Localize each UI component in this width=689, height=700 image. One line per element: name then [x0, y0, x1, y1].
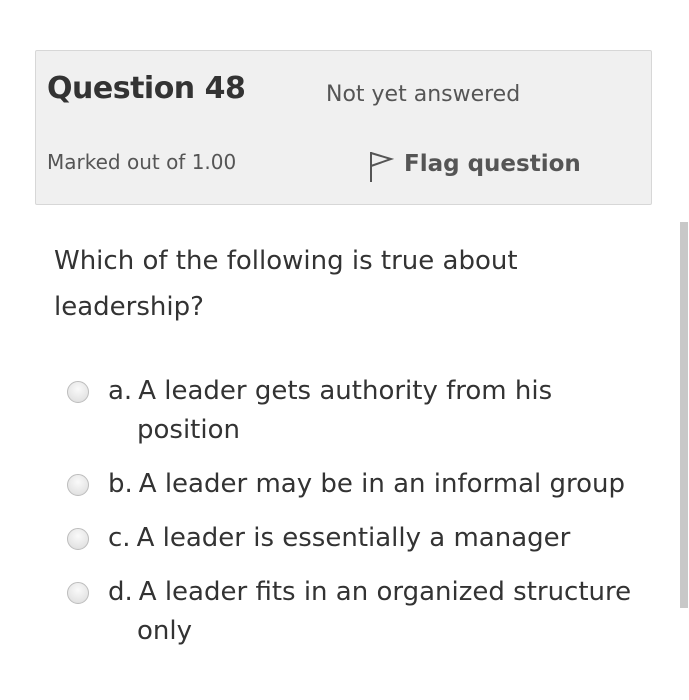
answer-option-a[interactable]: a. A leader gets authority from his posit… [67, 372, 637, 450]
question-grade: Marked out of 1.00 [47, 150, 237, 174]
answer-text: A leader may be in an informal group [138, 469, 626, 499]
scrollbar[interactable] [680, 222, 688, 608]
answer-text: A leader is essentially a manager [136, 523, 571, 553]
question-info-panel: Question 48 Not yet answered Marked out … [35, 50, 652, 205]
question-number: Question 48 [47, 71, 246, 106]
answer-letter: a. [108, 376, 133, 406]
radio-icon[interactable] [67, 582, 89, 604]
answer-option-b[interactable]: b. A leader may be in an informal group [67, 465, 637, 504]
answer-letter: d. [108, 577, 133, 607]
answer-letter: c. [108, 523, 131, 553]
flag-icon [370, 152, 394, 182]
answer-option-d[interactable]: d. A leader fits in an organized structur… [67, 573, 637, 651]
question-state: Not yet answered [326, 82, 521, 107]
answer-letter: b. [108, 469, 133, 499]
flag-question-button[interactable]: Flag question [368, 144, 581, 184]
answer-list: a. A leader gets authority from his posit… [67, 372, 637, 651]
radio-icon[interactable] [67, 474, 89, 496]
question-text: Which of the following is true about lea… [54, 246, 518, 322]
answer-text: A leader fits in an organized structure … [137, 577, 632, 646]
radio-icon[interactable] [67, 381, 89, 403]
radio-icon[interactable] [67, 528, 89, 550]
flag-question-label: Flag question [404, 151, 581, 177]
answer-option-c[interactable]: c. A leader is essentially a manager [67, 519, 637, 558]
answer-text: A leader gets authority from his positio… [137, 376, 553, 445]
